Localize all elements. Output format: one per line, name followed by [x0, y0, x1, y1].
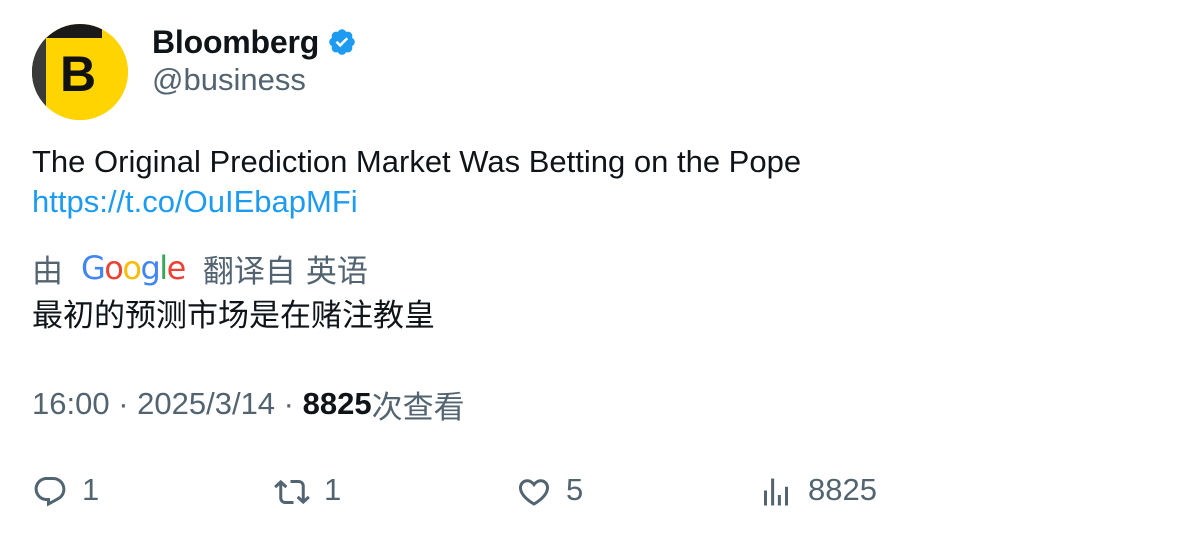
translation-prefix: 由 — [32, 253, 63, 289]
meta-separator: · — [275, 386, 303, 421]
author-name-row: Bloomberg — [152, 22, 357, 62]
meta-separator: · — [109, 386, 138, 421]
translated-text: 最初的预测市场是在赌注教皇 — [32, 298, 435, 333]
tweet-link[interactable]: https://t.co/OuIEbapMFi — [32, 182, 1162, 222]
tweet-body: The Original Prediction Market Was Betti… — [32, 144, 802, 179]
translation-attribution[interactable]: 由 Google 翻译自 英语 — [32, 248, 368, 289]
retweet-count: 1 — [324, 472, 342, 507]
translation-language: 英语 — [305, 253, 368, 289]
like-button[interactable]: 5 — [516, 470, 583, 514]
tweet-actions: 1 1 5 8825 — [0, 470, 1196, 514]
analytics-icon — [764, 478, 788, 506]
author-handle[interactable]: @business — [152, 62, 306, 98]
views-button[interactable]: 8825 — [758, 470, 877, 514]
avatar[interactable]: B — [32, 24, 128, 120]
tweet-meta: 16:00 · 2025/3/14 · 8825 次查看 — [32, 384, 465, 425]
reply-count: 1 — [82, 472, 100, 507]
views-count: 8825 — [302, 386, 372, 421]
retweet-button[interactable]: 1 — [274, 470, 341, 514]
views-action-count: 8825 — [808, 472, 877, 507]
like-count: 5 — [566, 472, 584, 507]
reply-button[interactable]: 1 — [32, 470, 99, 514]
avatar-letter: B — [60, 46, 96, 102]
retweet-icon — [274, 479, 310, 505]
tweet: B Bloomberg @business The Original Predi… — [0, 0, 1196, 538]
bloomberg-logo-icon: B — [32, 24, 128, 120]
google-logo-icon: Google — [81, 249, 186, 287]
verified-badge-icon[interactable] — [327, 27, 357, 57]
tweet-text: The Original Prediction Market Was Betti… — [32, 142, 1162, 222]
views-label: 次查看 — [371, 389, 465, 425]
reply-icon — [34, 477, 66, 507]
heart-icon — [518, 479, 550, 506]
tweet-time[interactable]: 16:00 — [32, 386, 110, 422]
author-name[interactable]: Bloomberg — [152, 24, 319, 61]
translation-label: 翻译自 — [202, 253, 296, 289]
tweet-date[interactable]: 2025/3/14 — [137, 386, 275, 422]
